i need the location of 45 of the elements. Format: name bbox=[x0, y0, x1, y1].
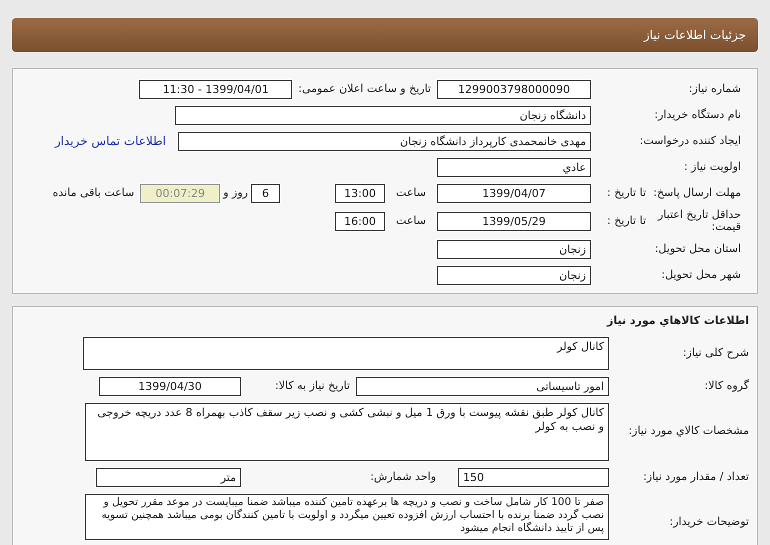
field-label: نام دستگاه خریدار: bbox=[653, 106, 741, 123]
value-field: کانال کولر bbox=[83, 336, 609, 370]
value-field: 1399/04/07 bbox=[437, 184, 591, 202]
field-label: ساعت bbox=[395, 184, 427, 201]
value-field: 6 bbox=[251, 184, 280, 202]
field-label: شرح کلی نیاز: bbox=[682, 344, 749, 361]
field-label: تا تاریخ : bbox=[606, 212, 646, 229]
value-field: متر bbox=[96, 468, 241, 486]
field-label: مشخصات کالاي مورد نیاز: bbox=[627, 423, 749, 440]
field-label: روز و bbox=[223, 184, 248, 201]
field-label: واحد شمارش: bbox=[369, 468, 436, 485]
value-field: 1399/04/30 bbox=[99, 376, 241, 396]
value-field: امور تاسیساتی bbox=[356, 376, 609, 396]
value-field: مهدی خانمحمدی کارپرداز دانشگاه زنجان bbox=[178, 132, 591, 150]
field-label: ساعت باقی مانده bbox=[52, 184, 134, 201]
field-label: تاریخ و ساعت اعلان عمومی: bbox=[298, 80, 431, 97]
field-label: مهلت ارسال پاسخ: bbox=[652, 184, 741, 201]
value-field: 16:00 bbox=[335, 212, 385, 230]
value-field: صفر تا 100 کار شامل ساخت و نصب و دریچه ها برعهده تامین کننده میباشد ضمنا میبایست در موعد مقرر تحویل و نصب گردد ضمنا برنده با احتساب ارزش افزوده تعیین میگردد و اولویت با تامین کنندگان بومی میباشد همچنین تسویه پس از تایید دانشگاه انجام میشود bbox=[85, 494, 609, 540]
section-title: اطلاعات کالاهاي مورد نیاز bbox=[606, 313, 749, 329]
field-label: شماره نیاز: bbox=[688, 80, 741, 97]
value-field: کانال کولر طبق نقشه پیوست با ورق 1 میل و نبشی کشی و نصب زیر سقف کاذب بهمراه 8 عدد دریچه خروجی و نصب به کولر bbox=[85, 402, 609, 460]
field-label: گروه کالا: bbox=[704, 378, 749, 394]
remaining-time-field: 00:07:29 bbox=[140, 184, 220, 202]
field-label: شهر محل تحویل: bbox=[660, 266, 741, 283]
field-label: توضیحات خریدار: bbox=[668, 514, 749, 530]
field-label: حداقل تاریخ اعتبار قیمت: bbox=[656, 209, 741, 233]
field-label: ساعت bbox=[395, 212, 427, 229]
field-label: استان محل تحویل: bbox=[654, 240, 741, 257]
value-field: 1299003798000090 bbox=[437, 80, 591, 98]
value-field: دانشگاه زنجان bbox=[175, 106, 591, 124]
page-title: جزئیات اطلاعات نیاز bbox=[644, 27, 746, 44]
value-field: 1399/04/01 - 11:30 bbox=[139, 80, 292, 98]
value-field: زنجان bbox=[437, 266, 591, 284]
buyer-contact-link[interactable]: اطلاعات تماس خریدار bbox=[54, 132, 166, 150]
value-field: 1399/05/29 bbox=[437, 212, 591, 230]
value-field: 13:00 bbox=[335, 184, 385, 202]
field-label: تا تاریخ : bbox=[606, 184, 646, 201]
value-field: 150 bbox=[458, 468, 609, 486]
field-label: تعداد / مقدار مورد نیاز: bbox=[642, 468, 749, 485]
value-field: عادي bbox=[437, 158, 591, 176]
field-label: ایجاد کننده درخواست: bbox=[638, 132, 741, 149]
field-label: تاریخ نیاز به کالا: bbox=[274, 378, 350, 394]
value-field: زنجان bbox=[437, 240, 591, 258]
field-label: اولویت نیاز : bbox=[682, 158, 741, 175]
